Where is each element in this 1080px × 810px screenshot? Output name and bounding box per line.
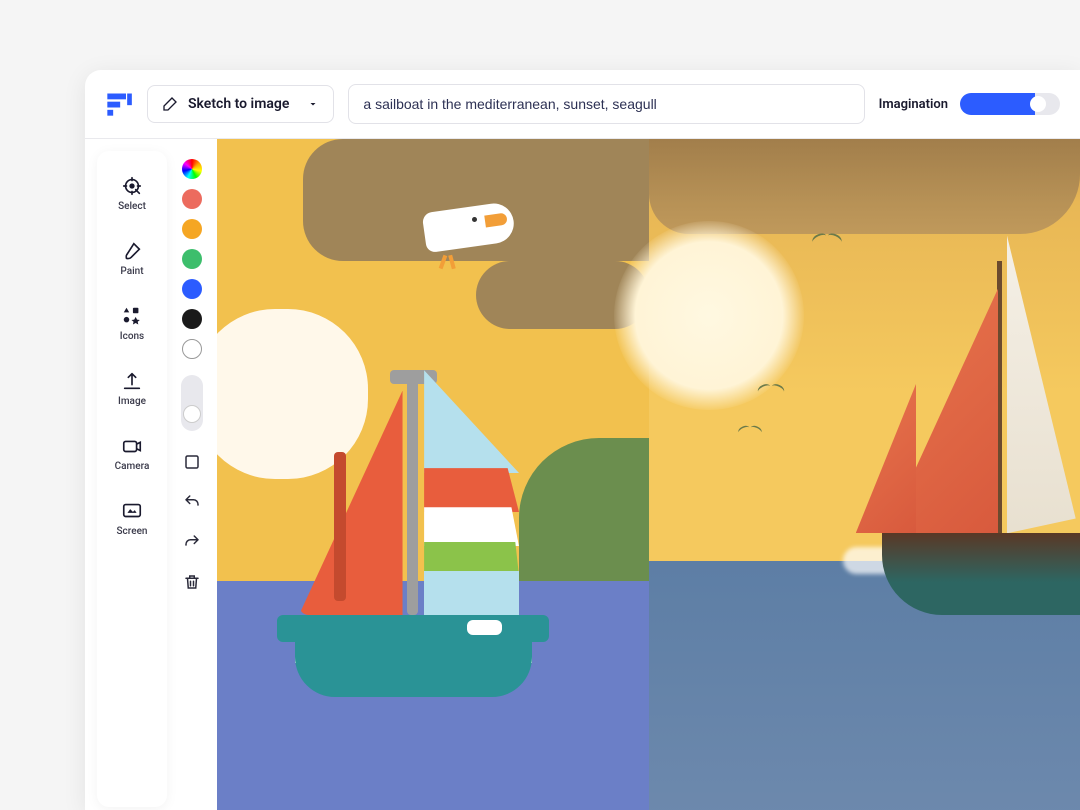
undo-button[interactable] [180,490,204,514]
generated-canvas [649,139,1080,810]
tool-icons-label: Icons [120,331,144,342]
redo-button[interactable] [180,530,204,554]
tool-image-label: Image [118,396,146,407]
color-orange[interactable] [182,219,202,239]
redo-icon [183,533,201,551]
logo-icon [105,90,133,118]
tool-camera-label: Camera [115,461,150,472]
tool-icons[interactable]: Icons [116,301,148,346]
trash-icon [183,573,201,591]
canvas-area [217,139,1080,810]
chevron-down-icon [307,98,319,110]
workspace: Select Paint Icons Image [85,139,1080,810]
color-white[interactable] [182,339,202,359]
color-picker-rainbow[interactable] [182,159,202,179]
tool-paint-label: Paint [120,266,143,277]
brush-size-slider[interactable] [181,375,203,431]
tool-screen[interactable]: Screen [113,496,152,541]
camera-icon [121,435,143,457]
mode-label: Sketch to image [188,96,289,112]
delete-button[interactable] [180,570,204,594]
color-blue[interactable] [182,279,202,299]
imagination-control: Imagination [879,93,1060,115]
app-window: Sketch to image Imagination Select [85,70,1080,810]
color-sidebar [167,139,217,810]
color-coral[interactable] [182,189,202,209]
color-black[interactable] [182,309,202,329]
tool-select-label: Select [118,201,146,212]
tool-sidebar: Select Paint Icons Image [97,151,167,807]
prompt-input[interactable] [348,84,864,124]
imagination-label: Imagination [879,97,948,112]
mode-selector[interactable]: Sketch to image [147,85,334,123]
tool-select[interactable]: Select [114,171,150,216]
shape-rect-button[interactable] [180,450,204,474]
brush-icon [162,96,178,112]
tool-camera[interactable]: Camera [111,431,154,476]
cursor-icon [121,175,143,197]
screen-icon [121,500,143,522]
undo-icon [183,493,201,511]
paint-icon [121,240,143,262]
upload-icon [121,370,143,392]
app-logo[interactable] [105,90,133,118]
color-green[interactable] [182,249,202,269]
shapes-icon [121,305,143,327]
square-icon [183,453,201,471]
sketch-canvas[interactable] [217,139,649,810]
tool-screen-label: Screen [117,526,148,537]
header-bar: Sketch to image Imagination [85,70,1080,139]
imagination-slider[interactable] [960,93,1060,115]
tool-paint[interactable]: Paint [116,236,147,281]
tool-image[interactable]: Image [114,366,150,411]
